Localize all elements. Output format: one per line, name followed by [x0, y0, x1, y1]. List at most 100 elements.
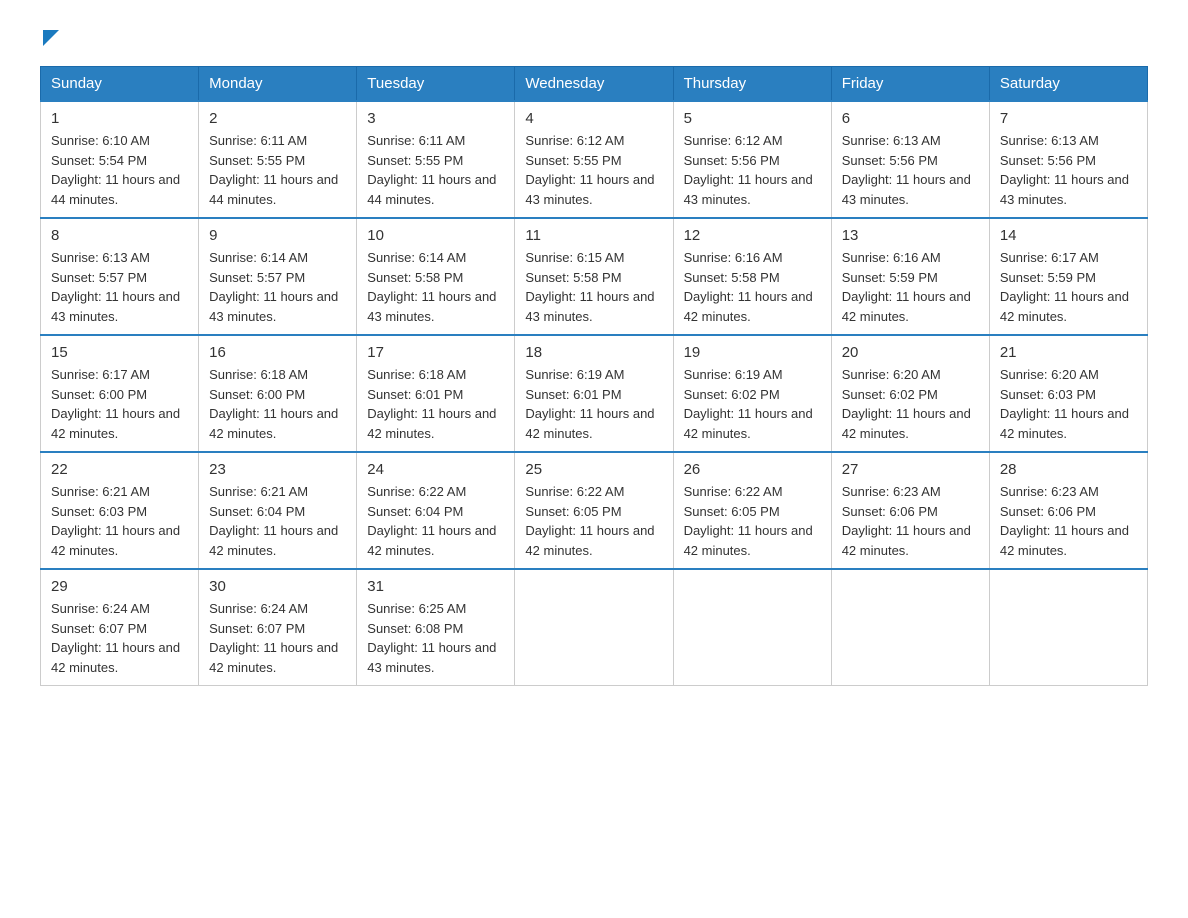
- calendar-cell: 4Sunrise: 6:12 AMSunset: 5:55 PMDaylight…: [515, 101, 673, 218]
- day-number: 7: [1000, 110, 1137, 127]
- day-number: 28: [1000, 461, 1137, 478]
- calendar-cell: 5 Sunrise: 6:12 AMSunset: 5:56 PMDaylight…: [673, 101, 831, 218]
- day-of-week-monday: Monday: [199, 67, 357, 102]
- day-number: 15: [51, 344, 188, 361]
- day-number: 6: [842, 110, 979, 127]
- calendar-cell: 27Sunrise: 6:23 AMSunset: 6:06 PMDayligh…: [831, 452, 989, 569]
- calendar-cell: 23 Sunrise: 6:21 AMSunset: 6:04 PMDayligh…: [199, 452, 357, 569]
- day-info: Sunrise: 6:19 AMSunset: 6:02 PMDaylight:…: [684, 365, 821, 443]
- day-info: Sunrise: 6:25 AMSunset: 6:08 PMDaylight:…: [367, 599, 504, 677]
- week-row: 29 Sunrise: 6:24 AMSunset: 6:07 PMDayligh…: [41, 569, 1148, 686]
- days-of-week-row: SundayMondayTuesdayWednesdayThursdayFrid…: [41, 67, 1148, 102]
- day-number: 3: [367, 110, 504, 127]
- day-info: Sunrise: 6:14 AMSunset: 5:57 PMDaylight:…: [209, 248, 346, 326]
- calendar-cell: 10 Sunrise: 6:14 AMSunset: 5:58 PMDayligh…: [357, 218, 515, 335]
- calendar-cell: [989, 569, 1147, 686]
- day-number: 29: [51, 578, 188, 595]
- day-number: 17: [367, 344, 504, 361]
- calendar-cell: 14 Sunrise: 6:17 AMSunset: 5:59 PMDayligh…: [989, 218, 1147, 335]
- day-info: Sunrise: 6:22 AMSunset: 6:05 PMDaylight:…: [525, 482, 662, 560]
- day-number: 8: [51, 227, 188, 244]
- calendar-cell: 3 Sunrise: 6:11 AMSunset: 5:55 PMDaylight…: [357, 101, 515, 218]
- day-info: Sunrise: 6:15 AMSunset: 5:58 PMDaylight:…: [525, 248, 662, 326]
- day-of-week-tuesday: Tuesday: [357, 67, 515, 102]
- day-info: Sunrise: 6:17 AMSunset: 5:59 PMDaylight:…: [1000, 248, 1137, 326]
- day-number: 11: [525, 227, 662, 244]
- day-of-week-wednesday: Wednesday: [515, 67, 673, 102]
- day-info: Sunrise: 6:23 AMSunset: 6:06 PMDaylight:…: [842, 482, 979, 560]
- day-info: Sunrise: 6:12 AMSunset: 5:55 PMDaylight:…: [525, 131, 662, 209]
- calendar-cell: [831, 569, 989, 686]
- calendar-cell: 31 Sunrise: 6:25 AMSunset: 6:08 PMDayligh…: [357, 569, 515, 686]
- calendar-cell: 13Sunrise: 6:16 AMSunset: 5:59 PMDayligh…: [831, 218, 989, 335]
- day-of-week-sunday: Sunday: [41, 67, 199, 102]
- page-header: [40, 30, 1148, 46]
- calendar-cell: 12 Sunrise: 6:16 AMSunset: 5:58 PMDayligh…: [673, 218, 831, 335]
- calendar-cell: 26Sunrise: 6:22 AMSunset: 6:05 PMDayligh…: [673, 452, 831, 569]
- calendar-cell: [515, 569, 673, 686]
- calendar-table: SundayMondayTuesdayWednesdayThursdayFrid…: [40, 66, 1148, 686]
- calendar-header: SundayMondayTuesdayWednesdayThursdayFrid…: [41, 67, 1148, 102]
- day-number: 25: [525, 461, 662, 478]
- day-number: 1: [51, 110, 188, 127]
- day-info: Sunrise: 6:18 AMSunset: 6:01 PMDaylight:…: [367, 365, 504, 443]
- calendar-cell: 19 Sunrise: 6:19 AMSunset: 6:02 PMDayligh…: [673, 335, 831, 452]
- week-row: 15 Sunrise: 6:17 AMSunset: 6:00 PMDayligh…: [41, 335, 1148, 452]
- day-info: Sunrise: 6:13 AMSunset: 5:56 PMDaylight:…: [842, 131, 979, 209]
- day-info: Sunrise: 6:16 AMSunset: 5:58 PMDaylight:…: [684, 248, 821, 326]
- calendar-cell: 29 Sunrise: 6:24 AMSunset: 6:07 PMDayligh…: [41, 569, 199, 686]
- day-number: 14: [1000, 227, 1137, 244]
- day-info: Sunrise: 6:17 AMSunset: 6:00 PMDaylight:…: [51, 365, 188, 443]
- calendar-cell: 9 Sunrise: 6:14 AMSunset: 5:57 PMDaylight…: [199, 218, 357, 335]
- day-number: 10: [367, 227, 504, 244]
- day-number: 23: [209, 461, 346, 478]
- day-of-week-saturday: Saturday: [989, 67, 1147, 102]
- day-info: Sunrise: 6:22 AMSunset: 6:05 PMDaylight:…: [684, 482, 821, 560]
- calendar-cell: 24 Sunrise: 6:22 AMSunset: 6:04 PMDayligh…: [357, 452, 515, 569]
- calendar-cell: 11 Sunrise: 6:15 AMSunset: 5:58 PMDayligh…: [515, 218, 673, 335]
- day-info: Sunrise: 6:18 AMSunset: 6:00 PMDaylight:…: [209, 365, 346, 443]
- day-number: 31: [367, 578, 504, 595]
- day-info: Sunrise: 6:11 AMSunset: 5:55 PMDaylight:…: [209, 131, 346, 209]
- day-info: Sunrise: 6:24 AMSunset: 6:07 PMDaylight:…: [209, 599, 346, 677]
- day-number: 5: [684, 110, 821, 127]
- day-of-week-friday: Friday: [831, 67, 989, 102]
- calendar-cell: 7 Sunrise: 6:13 AMSunset: 5:56 PMDaylight…: [989, 101, 1147, 218]
- calendar-cell: 17 Sunrise: 6:18 AMSunset: 6:01 PMDayligh…: [357, 335, 515, 452]
- day-info: Sunrise: 6:22 AMSunset: 6:04 PMDaylight:…: [367, 482, 504, 560]
- day-info: Sunrise: 6:13 AMSunset: 5:56 PMDaylight:…: [1000, 131, 1137, 209]
- logo-text: [40, 30, 59, 46]
- day-info: Sunrise: 6:12 AMSunset: 5:56 PMDaylight:…: [684, 131, 821, 209]
- day-number: 19: [684, 344, 821, 361]
- day-info: Sunrise: 6:13 AMSunset: 5:57 PMDaylight:…: [51, 248, 188, 326]
- day-info: Sunrise: 6:20 AMSunset: 6:02 PMDaylight:…: [842, 365, 979, 443]
- day-number: 16: [209, 344, 346, 361]
- day-number: 21: [1000, 344, 1137, 361]
- calendar-cell: 2 Sunrise: 6:11 AMSunset: 5:55 PMDaylight…: [199, 101, 357, 218]
- logo: [40, 30, 59, 46]
- day-number: 20: [842, 344, 979, 361]
- day-info: Sunrise: 6:11 AMSunset: 5:55 PMDaylight:…: [367, 131, 504, 209]
- calendar-body: 1Sunrise: 6:10 AMSunset: 5:54 PMDaylight…: [41, 101, 1148, 686]
- day-info: Sunrise: 6:20 AMSunset: 6:03 PMDaylight:…: [1000, 365, 1137, 443]
- week-row: 22 Sunrise: 6:21 AMSunset: 6:03 PMDayligh…: [41, 452, 1148, 569]
- day-number: 12: [684, 227, 821, 244]
- day-info: Sunrise: 6:21 AMSunset: 6:03 PMDaylight:…: [51, 482, 188, 560]
- week-row: 1Sunrise: 6:10 AMSunset: 5:54 PMDaylight…: [41, 101, 1148, 218]
- day-number: 9: [209, 227, 346, 244]
- day-number: 30: [209, 578, 346, 595]
- day-number: 22: [51, 461, 188, 478]
- calendar-cell: 6 Sunrise: 6:13 AMSunset: 5:56 PMDaylight…: [831, 101, 989, 218]
- day-number: 2: [209, 110, 346, 127]
- day-info: Sunrise: 6:24 AMSunset: 6:07 PMDaylight:…: [51, 599, 188, 677]
- calendar-cell: 15 Sunrise: 6:17 AMSunset: 6:00 PMDayligh…: [41, 335, 199, 452]
- day-info: Sunrise: 6:21 AMSunset: 6:04 PMDaylight:…: [209, 482, 346, 560]
- day-info: Sunrise: 6:14 AMSunset: 5:58 PMDaylight:…: [367, 248, 504, 326]
- day-info: Sunrise: 6:16 AMSunset: 5:59 PMDaylight:…: [842, 248, 979, 326]
- day-number: 24: [367, 461, 504, 478]
- day-number: 18: [525, 344, 662, 361]
- calendar-cell: 16 Sunrise: 6:18 AMSunset: 6:00 PMDayligh…: [199, 335, 357, 452]
- day-of-week-thursday: Thursday: [673, 67, 831, 102]
- day-info: Sunrise: 6:19 AMSunset: 6:01 PMDaylight:…: [525, 365, 662, 443]
- calendar-cell: 20 Sunrise: 6:20 AMSunset: 6:02 PMDayligh…: [831, 335, 989, 452]
